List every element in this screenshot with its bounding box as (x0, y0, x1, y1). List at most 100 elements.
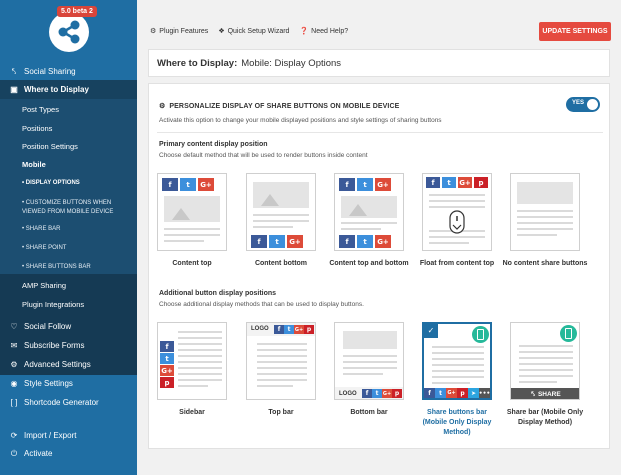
option-label: No content share buttons (502, 260, 588, 267)
image-placeholder (517, 182, 573, 204)
logo: 5.0 beta 2 (45, 6, 97, 54)
option-share-buttons-bar[interactable]: ✓ f t G+ p ➤ ••• (422, 322, 492, 400)
more-icon: ••• (478, 388, 491, 398)
text-line (178, 355, 222, 357)
sidebar-item-label: Where to Display (24, 85, 89, 94)
text-line (517, 222, 573, 224)
need-help-link[interactable]: ❓ Need Help? (299, 27, 348, 35)
facebook-icon: f (424, 388, 435, 398)
logo-text: LOGO (251, 326, 269, 332)
option-bottom-bar[interactable]: LOGO f t G+ p (334, 322, 404, 400)
text-line (178, 331, 222, 333)
googleplus-icon: G+ (446, 388, 457, 398)
toggle-label: YES (572, 100, 585, 106)
mountain-icon (172, 208, 190, 220)
logo-text: LOGO (339, 391, 357, 397)
plugin-features-link[interactable]: ⚙ Plugin Features (150, 27, 208, 35)
checkbox-checked-icon: ✓ (424, 324, 438, 338)
text-line (517, 228, 573, 230)
submenu-display-options[interactable]: • DISPLAY OPTIONS (22, 179, 80, 188)
option-label: Float from content top (419, 260, 495, 267)
text-line (257, 379, 307, 381)
submenu-share-buttons-bar[interactable]: • SHARE BUTTONS BAR (22, 263, 91, 272)
twitter-icon: t (435, 388, 446, 398)
text-line (429, 194, 485, 196)
text-line (517, 216, 573, 218)
pinterest-icon: p (457, 388, 468, 398)
facebook-icon: f (162, 178, 178, 191)
text-line (257, 385, 293, 387)
sidebar-item-advanced-settings[interactable]: ⚙ Advanced Settings (0, 355, 137, 374)
sidebar-item-label: Style Settings (24, 379, 73, 388)
sidebar-item-import-export[interactable]: ⟳ Import / Export (0, 426, 137, 445)
text-line (519, 357, 573, 359)
option-float-from-top[interactable]: f t G+ p (422, 173, 492, 251)
submenu-share-bar[interactable]: • SHARE BAR (22, 225, 60, 234)
submenu-amp-sharing[interactable]: AMP Sharing (22, 281, 66, 290)
twitter-icon: t (160, 353, 174, 364)
submenu-share-point[interactable]: • SHARE POINT (22, 244, 66, 253)
submenu-plugin-integrations[interactable]: Plugin Integrations (22, 300, 84, 309)
twitter-icon: t (284, 325, 294, 334)
submenu-post-types[interactable]: Post Types (22, 105, 59, 114)
submenu-mobile[interactable]: Mobile (22, 160, 46, 169)
sidebar-item-shortcode-generator[interactable]: [ ] Shortcode Generator (0, 393, 137, 412)
text-line (432, 358, 484, 360)
gear-icon: ⚙ (10, 360, 18, 369)
text-line (432, 352, 484, 354)
text-line (178, 373, 222, 375)
mountain-icon (261, 194, 279, 206)
sidebar-item-style-settings[interactable]: ◉ Style Settings (0, 374, 137, 393)
option-no-content-buttons[interactable] (510, 173, 580, 251)
sidebar-item-subscribe-forms[interactable]: ✉ Subscribe Forms (0, 336, 137, 355)
text-line (341, 222, 397, 224)
googleplus-icon: G+ (375, 235, 391, 248)
option-sidebar[interactable]: f t G+ p (157, 322, 227, 400)
share-icon: ⤣ (531, 390, 535, 398)
option-content-top-bottom[interactable]: f t G+ f t G+ (334, 173, 404, 251)
text-line (519, 363, 573, 365)
option-share-bar[interactable]: ⤣ SHARE (510, 322, 580, 400)
twitter-icon: t (269, 235, 285, 248)
option-label: Top bar (268, 409, 294, 416)
submenu-customize-buttons[interactable]: • CUSTOMIZE BUTTONS WHEN VIEWED FROM MOB… (22, 199, 134, 217)
sidebar-item-activate[interactable]: ⏻ Activate (0, 444, 137, 463)
divider (157, 132, 603, 133)
sidebar-item-social-follow[interactable]: ♡ Social Follow (0, 317, 137, 336)
option-content-top[interactable]: f t G+ (157, 173, 227, 251)
text-line (519, 369, 573, 371)
text-line (164, 240, 204, 242)
heart-icon: ♡ (10, 322, 18, 331)
sidebar-item-social-sharing[interactable]: ⤣ Social Sharing (0, 62, 137, 81)
code-icon: [ ] (10, 398, 18, 407)
text-line (178, 385, 208, 387)
submenu-position-settings[interactable]: Position Settings (22, 142, 78, 151)
image-placeholder (343, 331, 397, 349)
googleplus-icon: G+ (198, 178, 214, 191)
sidebar-item-label: Shortcode Generator (24, 398, 99, 407)
section-description: Activate this option to change your mobi… (159, 117, 442, 124)
text-line (178, 361, 222, 363)
option-label: Sidebar (179, 409, 205, 416)
option-top-bar[interactable]: LOGO f t G+ p (246, 322, 316, 400)
monitor-icon: ▣ (10, 85, 18, 94)
facebook-icon: f (251, 235, 267, 248)
additional-description: Choose additional display methods that c… (159, 301, 364, 308)
text-line (253, 220, 309, 222)
option-label: Share bar (Mobile Only Display Method) (506, 409, 584, 426)
mobile-personalize-toggle[interactable]: YES (566, 97, 600, 112)
quick-setup-link[interactable]: ❖ Quick Setup Wizard (218, 27, 289, 35)
submenu-positions[interactable]: Positions (22, 124, 52, 133)
update-settings-button[interactable]: UPDATE SETTINGS (539, 22, 611, 41)
twitter-icon: t (442, 177, 456, 188)
facebook-icon: f (339, 178, 355, 191)
googleplus-icon: G+ (375, 178, 391, 191)
sidebar-item-label: Import / Export (24, 431, 77, 440)
text-line (178, 367, 222, 369)
share-bar: ⤣ SHARE (511, 388, 579, 399)
text-line (519, 375, 573, 377)
text-line (343, 355, 397, 357)
sidebar-item-label: Advanced Settings (24, 360, 91, 369)
option-content-bottom[interactable]: f t G+ (246, 173, 316, 251)
sidebar-item-where-to-display[interactable]: ▣ Where to Display (0, 80, 137, 99)
